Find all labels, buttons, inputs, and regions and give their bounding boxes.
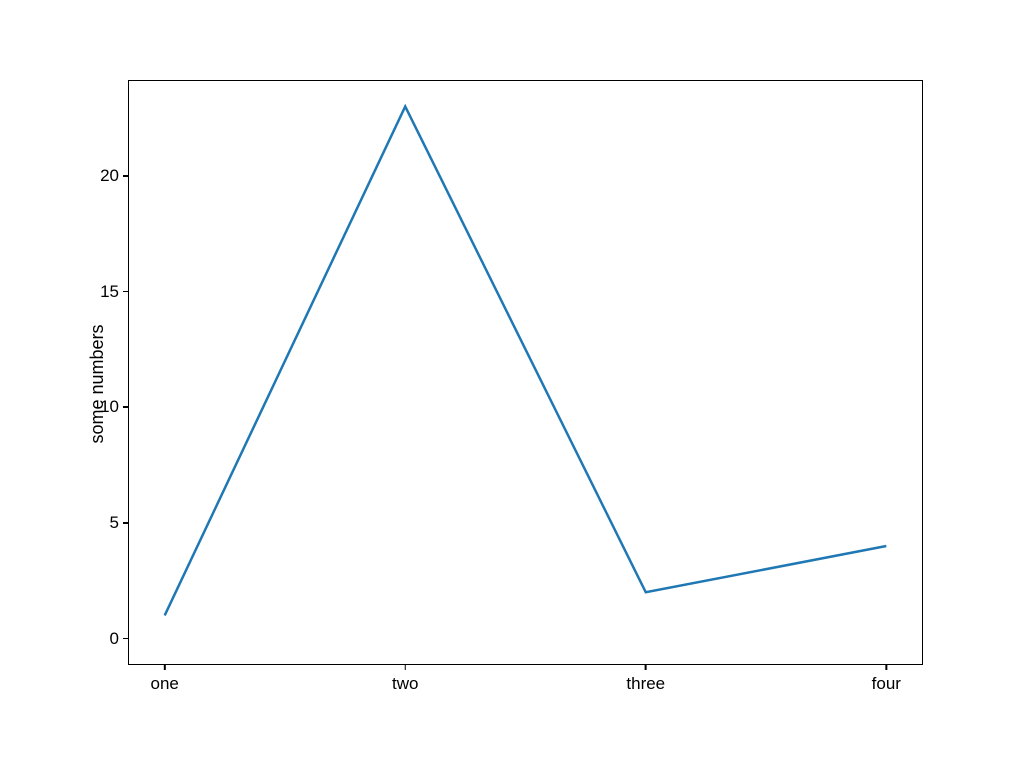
y-tick-mark	[123, 291, 129, 293]
x-tick: one	[150, 664, 178, 694]
y-tick-mark	[123, 406, 129, 408]
y-tick-mark	[123, 175, 129, 177]
x-tick-mark	[886, 664, 888, 670]
x-tick: two	[392, 664, 418, 694]
y-tick-label: 20	[95, 166, 119, 186]
y-axis-label: some numbers	[87, 324, 108, 443]
chart-plot-area: 05101520 onetwothreefour	[128, 80, 923, 665]
x-tick-label: two	[392, 674, 418, 694]
x-tick-label: one	[150, 674, 178, 694]
y-tick-label: 15	[95, 282, 119, 302]
y-tick-label: 5	[95, 513, 119, 533]
x-tick: four	[872, 664, 901, 694]
line-chart-svg	[129, 81, 922, 664]
y-tick: 15	[95, 282, 129, 302]
x-tick-label: three	[626, 674, 665, 694]
y-tick-label: 0	[95, 629, 119, 649]
x-tick-label: four	[872, 674, 901, 694]
y-tick: 20	[95, 166, 129, 186]
line-series	[165, 106, 887, 615]
x-tick-mark	[164, 664, 166, 670]
y-tick: 5	[95, 513, 129, 533]
y-tick: 0	[95, 629, 129, 649]
y-tick-label: 10	[95, 397, 119, 417]
x-tick-mark	[404, 664, 406, 670]
y-tick-mark	[123, 522, 129, 524]
y-tick-mark	[123, 638, 129, 640]
x-tick: three	[626, 664, 665, 694]
y-tick: 10	[95, 397, 129, 417]
x-tick-mark	[645, 664, 647, 670]
